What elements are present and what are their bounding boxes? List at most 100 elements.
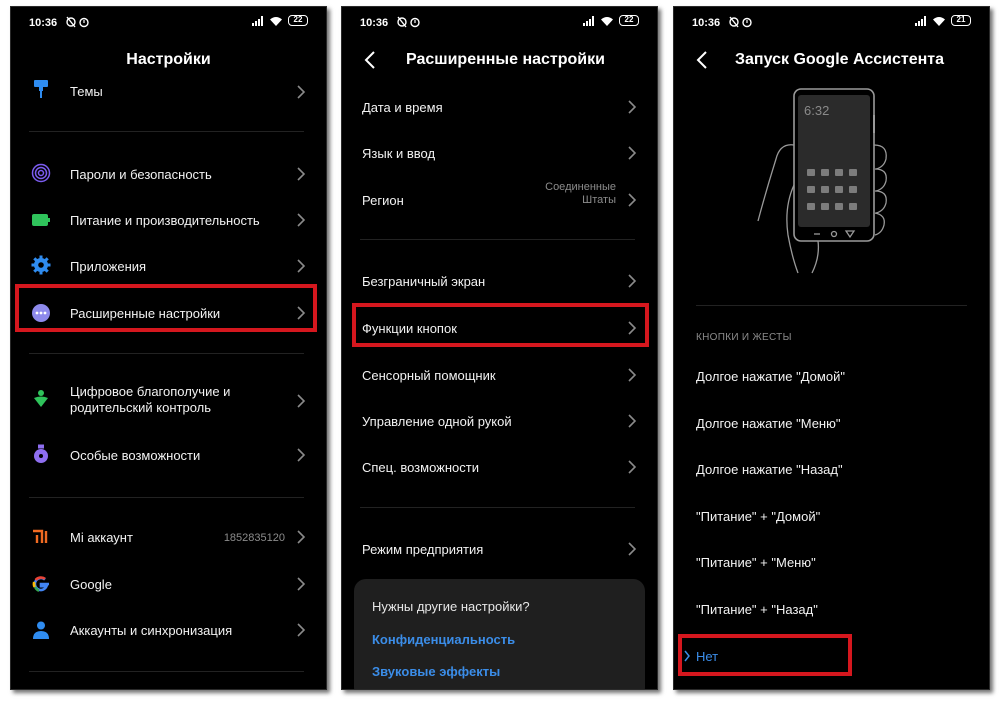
divider bbox=[29, 131, 304, 132]
divider bbox=[360, 239, 635, 240]
chevron-right-icon bbox=[297, 448, 306, 462]
settings-item-label: Регион bbox=[362, 193, 404, 208]
status-bar: 10:36 21 bbox=[674, 7, 989, 37]
settings-item-digital-wellbeing[interactable]: Цифровое благополучие и родительский кон… bbox=[11, 375, 326, 425]
option-long-press-back[interactable]: Долгое нажатие "Назад" bbox=[696, 462, 843, 477]
advanced-settings-screen: 10:36 22 Расширенные настройки Дата и вр… bbox=[341, 6, 658, 690]
chevron-right-icon bbox=[297, 623, 306, 637]
settings-item-label: Управление одной рукой bbox=[362, 414, 512, 429]
battery-indicator: 22 bbox=[288, 15, 308, 26]
settings-item-accessibility[interactable]: Спец. возможности bbox=[342, 449, 657, 483]
privacy-link[interactable]: Конфиденциальность bbox=[372, 632, 515, 647]
settings-item-region[interactable]: Регион Соединенные Штаты bbox=[342, 179, 657, 219]
battery-indicator: 22 bbox=[619, 15, 639, 26]
settings-item-label: Режим предприятия bbox=[362, 542, 484, 557]
option-long-press-menu[interactable]: Долгое нажатие "Меню" bbox=[696, 416, 840, 431]
settings-item-label: Приложения bbox=[70, 259, 147, 274]
wifi-icon bbox=[270, 16, 282, 26]
chevron-right-icon bbox=[628, 414, 637, 428]
card-question: Нужны другие настройки? bbox=[372, 599, 530, 614]
status-bar: 10:36 22 bbox=[342, 7, 657, 37]
chevron-right-icon bbox=[297, 259, 306, 273]
chevron-right-icon bbox=[628, 274, 637, 288]
paint-brush-icon bbox=[34, 80, 48, 98]
wifi-icon bbox=[933, 16, 945, 26]
settings-item-apps[interactable]: Приложения bbox=[11, 249, 326, 283]
chevron-right-icon bbox=[628, 368, 637, 382]
settings-item-label: Дата и время bbox=[362, 100, 443, 115]
settings-item-accounts-sync[interactable]: Аккаунты и синхронизация bbox=[11, 613, 326, 647]
back-arrow-icon[interactable] bbox=[360, 49, 382, 71]
option-power-back[interactable]: "Питание" + "Назад" bbox=[696, 602, 818, 617]
settings-item-label: Язык и ввод bbox=[362, 146, 436, 161]
mute-alarm-icon bbox=[729, 16, 752, 28]
status-time: 10:36 bbox=[360, 17, 389, 29]
chevron-right-icon bbox=[297, 167, 306, 181]
chevron-right-icon bbox=[297, 213, 306, 227]
battery-icon bbox=[32, 214, 50, 226]
settings-item-enterprise-mode[interactable]: Режим предприятия bbox=[342, 531, 657, 565]
back-arrow-icon[interactable] bbox=[692, 49, 714, 71]
settings-item-fullscreen[interactable]: Безграничный экран bbox=[342, 263, 657, 297]
settings-item-label: Сенсорный помощник bbox=[362, 368, 496, 383]
accessibility-icon bbox=[34, 444, 48, 463]
mi-logo-icon bbox=[33, 529, 48, 543]
settings-item-passwords-security[interactable]: Пароли и безопасность bbox=[11, 157, 326, 191]
signal-icon bbox=[915, 15, 926, 26]
option-power-menu[interactable]: "Питание" + "Меню" bbox=[696, 555, 816, 570]
settings-item-label: Безграничный экран bbox=[362, 274, 486, 289]
settings-item-accessibility[interactable]: Особые возможности bbox=[11, 437, 326, 473]
divider bbox=[29, 353, 304, 354]
settings-item-label: Google bbox=[70, 577, 112, 592]
settings-item-date-time[interactable]: Дата и время bbox=[342, 89, 657, 123]
chevron-right-icon bbox=[628, 193, 637, 207]
chevron-right-icon bbox=[628, 460, 637, 474]
status-icons bbox=[397, 15, 423, 33]
status-icons bbox=[66, 15, 92, 33]
signal-icon bbox=[583, 15, 594, 26]
settings-item-label: Питание и производительность bbox=[70, 213, 260, 228]
chevron-right-icon bbox=[297, 577, 306, 591]
mi-account-id: 1852835120 bbox=[223, 532, 285, 544]
section-header: КНОПКИ И ЖЕСТЫ bbox=[696, 332, 792, 343]
settings-item-battery-performance[interactable]: Питание и производительность bbox=[11, 203, 326, 237]
settings-item-language-input[interactable]: Язык и ввод bbox=[342, 135, 657, 169]
option-long-press-home[interactable]: Долгое нажатие "Домой" bbox=[696, 369, 845, 384]
chevron-right-icon bbox=[628, 146, 637, 160]
settings-item-label: Пароли и безопасность bbox=[70, 167, 212, 182]
settings-item-label: Mi аккаунт bbox=[70, 530, 133, 545]
settings-item-label: Цифровое благополучие и родительский кон… bbox=[70, 384, 231, 415]
settings-item-google[interactable]: Google bbox=[11, 567, 326, 601]
settings-item-one-hand-mode[interactable]: Управление одной рукой bbox=[342, 403, 657, 437]
wellbeing-icon bbox=[34, 390, 48, 407]
mute-alarm-icon bbox=[66, 16, 89, 28]
status-time: 10:36 bbox=[692, 17, 721, 29]
divider bbox=[360, 507, 635, 508]
settings-item-mi-account[interactable]: Mi аккаунт 1852835120 bbox=[11, 519, 326, 555]
settings-item-label: Аккаунты и синхронизация bbox=[70, 623, 233, 638]
status-time: 10:36 bbox=[29, 17, 58, 29]
illustration-clock: 6:32 bbox=[804, 103, 829, 118]
status-bar: 10:36 22 bbox=[11, 7, 326, 37]
settings-item-label: Особые возможности bbox=[70, 448, 201, 463]
battery-indicator: 21 bbox=[951, 15, 971, 26]
chevron-right-icon bbox=[297, 85, 306, 99]
highlight-frame bbox=[678, 634, 852, 676]
chevron-right-icon bbox=[628, 100, 637, 114]
divider bbox=[29, 671, 304, 672]
settings-item-themes[interactable]: Темы bbox=[11, 77, 326, 107]
gear-icon bbox=[31, 255, 51, 275]
divider bbox=[696, 305, 967, 306]
sound-effects-link[interactable]: Звуковые эффекты bbox=[372, 664, 500, 679]
page-title: Настройки bbox=[126, 51, 211, 68]
page-title: Запуск Google Ассистента bbox=[735, 51, 944, 68]
option-power-home[interactable]: "Питание" + "Домой" bbox=[696, 509, 820, 524]
settings-screen: 10:36 22 Настройки Темы Пароли и безопас… bbox=[10, 6, 327, 690]
fingerprint-icon bbox=[31, 163, 51, 183]
phone-in-hand-illustration: 6:32 bbox=[757, 88, 887, 274]
settings-item-touch-assistant[interactable]: Сенсорный помощник bbox=[342, 357, 657, 391]
mute-alarm-icon bbox=[397, 16, 420, 28]
more-settings-card: Нужны другие настройки? Конфиденциальнос… bbox=[354, 579, 645, 689]
google-assistant-launch-screen: 10:36 21 Запуск Google Ассистента 6:32 К… bbox=[673, 6, 990, 690]
signal-icon bbox=[252, 15, 263, 26]
